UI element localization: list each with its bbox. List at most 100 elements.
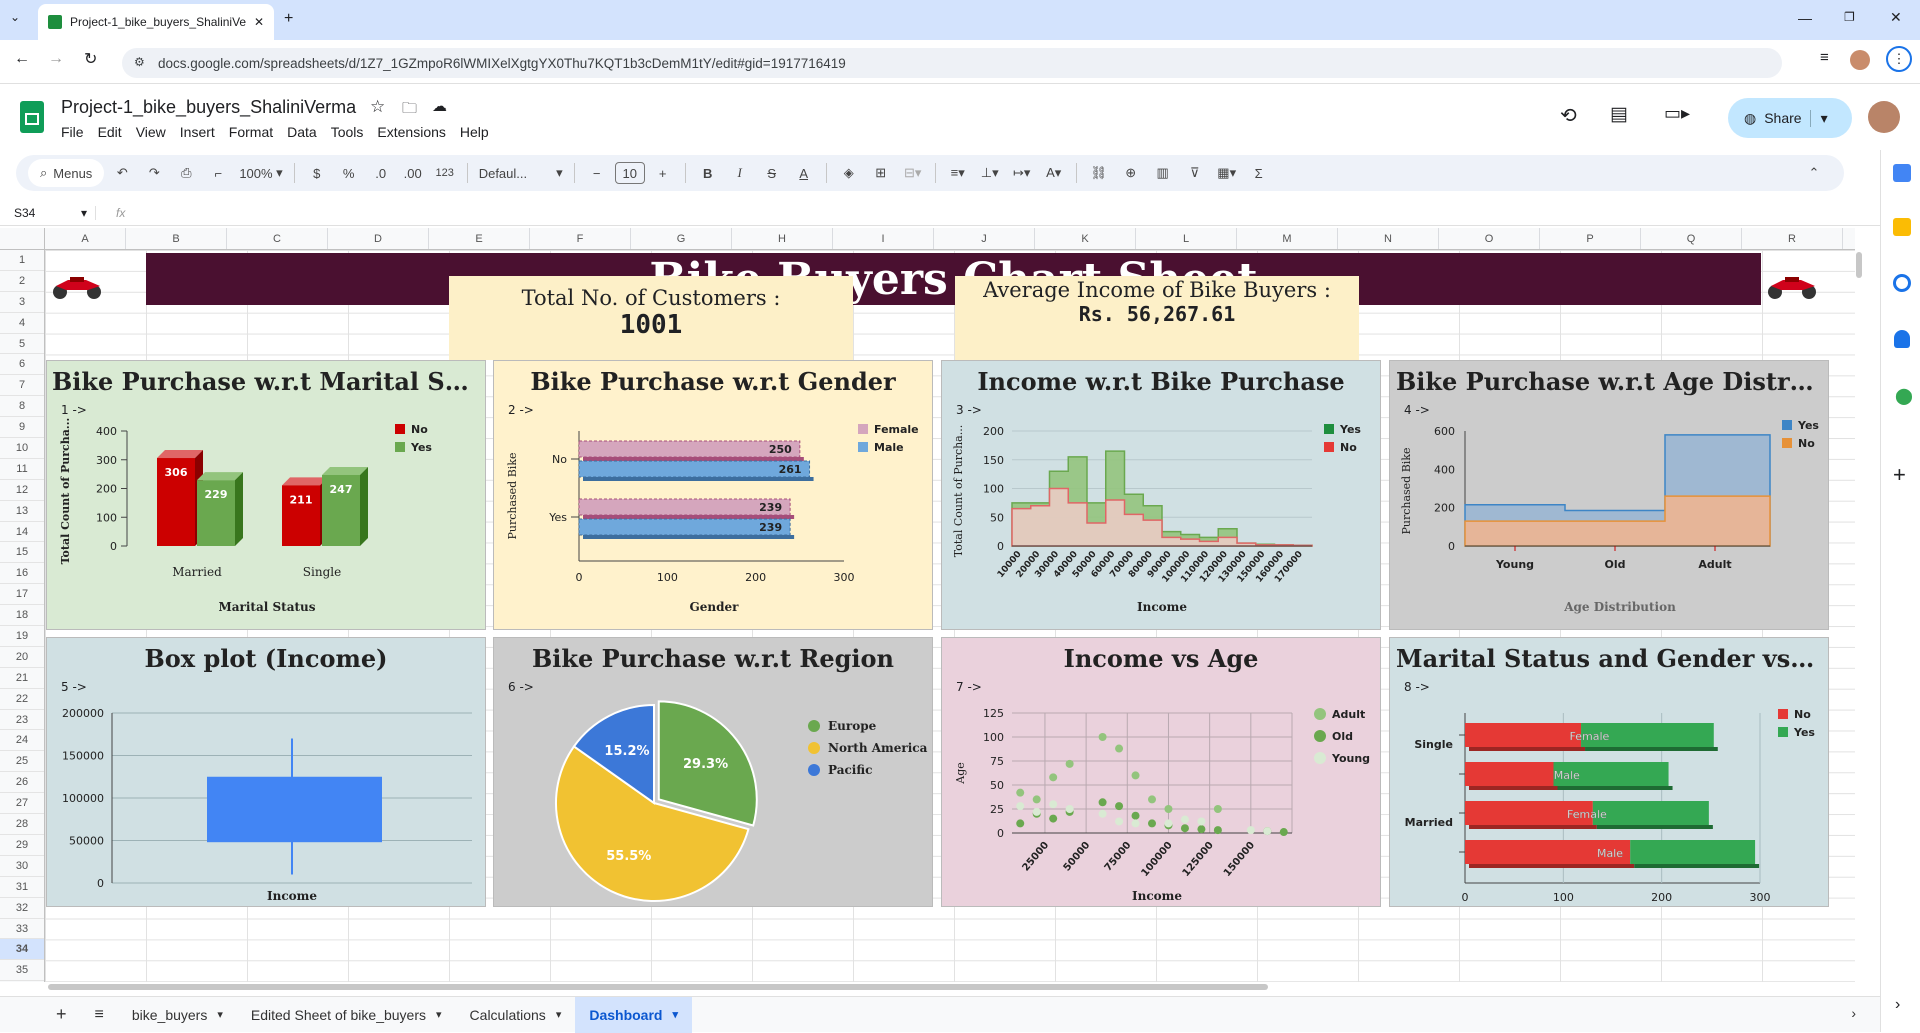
- sheet-tab-edited-sheet-of-bike-buyers[interactable]: Edited Sheet of bike_buyers ▾: [237, 997, 456, 1033]
- row-header-13[interactable]: 13: [0, 501, 44, 522]
- horizontal-scrollbar[interactable]: [48, 984, 1268, 990]
- column-header-b[interactable]: B: [126, 228, 227, 249]
- link-icon[interactable]: ⛓: [1085, 159, 1113, 187]
- paint-format-icon[interactable]: ⌐: [204, 159, 232, 187]
- contacts-icon[interactable]: [1894, 330, 1910, 348]
- column-header-h[interactable]: H: [732, 228, 833, 249]
- bold-icon[interactable]: B: [694, 159, 722, 187]
- menu-extensions[interactable]: Extensions: [377, 124, 445, 140]
- borders-icon[interactable]: ⊞: [867, 159, 895, 187]
- text-color-icon[interactable]: A: [790, 159, 818, 187]
- chart-panel-income-vs-age[interactable]: Income vs Age 7 -> 0 25 50 75 100 125 25000 500…: [941, 637, 1381, 907]
- new-tab-icon[interactable]: +: [284, 10, 293, 28]
- calendar-icon[interactable]: [1893, 164, 1911, 182]
- percent-button[interactable]: %: [335, 159, 363, 187]
- sheet-tab-menu-icon[interactable]: ▾: [672, 1008, 678, 1021]
- sheet-tab-menu-icon[interactable]: ▾: [556, 1008, 562, 1021]
- row-header-9[interactable]: 9: [0, 417, 44, 439]
- comments-icon[interactable]: ▤: [1610, 103, 1628, 126]
- tasks-icon[interactable]: [1893, 274, 1911, 292]
- account-avatar[interactable]: [1868, 101, 1900, 133]
- sheet-tab-menu-icon[interactable]: ▾: [436, 1008, 442, 1021]
- window-close-icon[interactable]: ✕: [1890, 9, 1902, 26]
- sheets-logo-icon[interactable]: [20, 101, 44, 133]
- menu-help[interactable]: Help: [460, 124, 489, 140]
- menu-data[interactable]: Data: [287, 124, 317, 140]
- filter-views-icon[interactable]: ▦▾: [1213, 159, 1241, 187]
- chart-panel-marital-status[interactable]: Bike Purchase w.r.t Marital Sta... 1 -> …: [46, 360, 486, 630]
- close-icon[interactable]: ✕: [254, 15, 264, 29]
- font-select[interactable]: Defaul... ▾: [476, 159, 566, 187]
- all-sheets-icon[interactable]: ≡: [81, 997, 118, 1033]
- column-header-m[interactable]: M: [1237, 228, 1338, 249]
- meet-icon[interactable]: ▭▸: [1664, 103, 1690, 124]
- chart-panel-income[interactable]: Income w.r.t Bike Purchase 3 -> 0 50 100 15…: [941, 360, 1381, 630]
- row-header-6[interactable]: 6: [0, 354, 44, 376]
- menu-tools[interactable]: Tools: [331, 124, 364, 140]
- formula-input[interactable]: [125, 200, 1880, 226]
- show-side-panel-icon[interactable]: ›: [1895, 996, 1900, 1014]
- forward-icon[interactable]: →: [48, 50, 64, 68]
- row-header-24[interactable]: 24: [0, 730, 44, 752]
- row-header-11[interactable]: 11: [0, 459, 44, 480]
- row-header-22[interactable]: 22: [0, 689, 44, 710]
- increase-decimal-button[interactable]: .00: [399, 159, 427, 187]
- url-field[interactable]: ⚙ docs.google.com/spreadsheets/d/1Z7_1GZ…: [122, 48, 1782, 78]
- row-header-27[interactable]: 27: [0, 793, 44, 815]
- column-header-g[interactable]: G: [631, 228, 732, 249]
- media-icon[interactable]: ≡: [1820, 49, 1829, 66]
- row-header-16[interactable]: 16: [0, 563, 44, 585]
- column-header-a[interactable]: A: [45, 228, 126, 249]
- menu-file[interactable]: File: [61, 124, 84, 140]
- column-header-f[interactable]: F: [530, 228, 631, 249]
- collapse-toolbar-icon[interactable]: ⌃: [1800, 159, 1828, 187]
- decrease-decimal-button[interactable]: .0: [367, 159, 395, 187]
- column-header-q[interactable]: Q: [1641, 228, 1742, 249]
- row-header-12[interactable]: 12: [0, 480, 44, 501]
- column-header-p[interactable]: P: [1540, 228, 1641, 249]
- row-header-8[interactable]: 8: [0, 396, 44, 418]
- row-header-23[interactable]: 23: [0, 710, 44, 731]
- keep-icon[interactable]: [1893, 218, 1911, 236]
- star-icon[interactable]: ☆: [370, 97, 385, 117]
- row-header-30[interactable]: 30: [0, 856, 44, 877]
- get-addons-icon[interactable]: +: [1893, 462, 1906, 488]
- row-header-7[interactable]: 7: [0, 375, 44, 397]
- sheet-tab-dashboard[interactable]: Dashboard ▾: [575, 996, 692, 1033]
- font-size-decrease[interactable]: −: [583, 159, 611, 187]
- column-header-e[interactable]: E: [429, 228, 530, 249]
- zoom-select[interactable]: 100% ▾: [236, 159, 285, 187]
- row-header-21[interactable]: 21: [0, 668, 44, 689]
- sheet-tab-bike-buyers[interactable]: bike_buyers ▾: [118, 997, 237, 1033]
- version-history-icon[interactable]: ⟲: [1560, 103, 1577, 128]
- profile-avatar[interactable]: [1850, 50, 1870, 70]
- restore-icon[interactable]: ❐: [1844, 10, 1855, 24]
- chart-panel-gender[interactable]: Bike Purchase w.r.t Gender 2 -> 0 100 200 3…: [493, 360, 933, 630]
- vertical-scrollbar[interactable]: [1856, 252, 1862, 278]
- print-icon[interactable]: ⎙: [172, 159, 200, 187]
- browser-tab[interactable]: Project-1_bike_buyers_ShaliniVe ✕: [38, 4, 274, 40]
- maps-icon[interactable]: ⬤: [1895, 386, 1913, 406]
- sheet-tab-menu-icon[interactable]: ▾: [217, 1008, 223, 1021]
- row-header-4[interactable]: 4: [0, 313, 44, 334]
- redo-icon[interactable]: ↷: [140, 159, 168, 187]
- row-header-31[interactable]: 31: [0, 877, 44, 898]
- currency-button[interactable]: $: [303, 159, 331, 187]
- row-header-3[interactable]: 3: [0, 292, 44, 313]
- row-header-1[interactable]: 1: [0, 250, 44, 271]
- row-header-2[interactable]: 2: [0, 271, 44, 292]
- name-box[interactable]: S34 ▾: [0, 205, 96, 220]
- menu-search[interactable]: ⌕ Menus: [28, 159, 105, 187]
- chart-panel-box-plot[interactable]: Box plot (Income) 5 -> 0 50000 100000 15000…: [46, 637, 486, 907]
- column-header-j[interactable]: J: [934, 228, 1035, 249]
- row-header-19[interactable]: 19: [0, 626, 44, 647]
- row-header-18[interactable]: 18: [0, 605, 44, 627]
- align-icon[interactable]: ≡▾: [944, 159, 972, 187]
- menu-view[interactable]: View: [136, 124, 166, 140]
- strikethrough-icon[interactable]: S: [758, 159, 786, 187]
- comment-icon[interactable]: ⊕: [1117, 159, 1145, 187]
- reload-icon[interactable]: ↻: [84, 49, 97, 69]
- undo-icon[interactable]: ↶: [108, 159, 136, 187]
- column-header-r[interactable]: R: [1742, 228, 1843, 249]
- column-header-k[interactable]: K: [1035, 228, 1136, 249]
